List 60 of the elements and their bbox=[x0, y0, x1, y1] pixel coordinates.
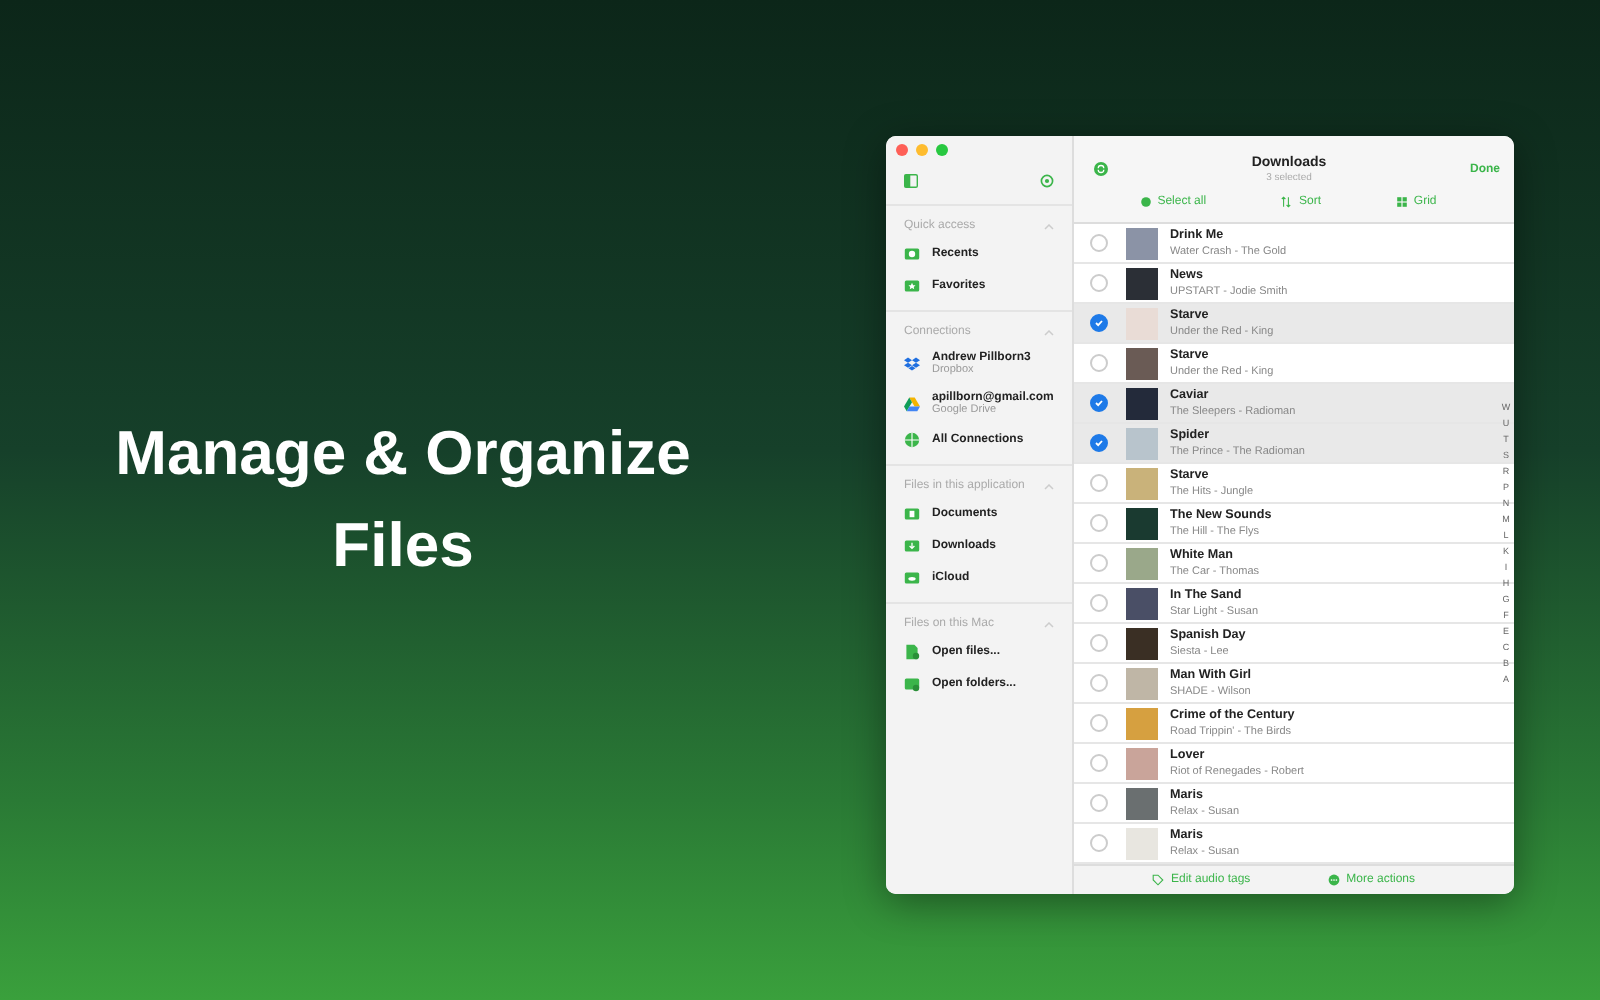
folder-icon bbox=[904, 570, 920, 586]
album-art bbox=[1126, 267, 1158, 299]
album-art bbox=[1126, 627, 1158, 659]
checkbox[interactable] bbox=[1090, 634, 1108, 652]
album-art bbox=[1126, 347, 1158, 379]
chevron-icon[interactable] bbox=[1044, 621, 1054, 627]
folder-icon bbox=[904, 538, 920, 554]
tag-icon bbox=[1152, 874, 1165, 886]
more-icon bbox=[1328, 874, 1341, 886]
dot-icon bbox=[1139, 196, 1152, 208]
checkbox[interactable] bbox=[1090, 794, 1108, 812]
album-art bbox=[1126, 587, 1158, 619]
headline: Manage & Organize Files bbox=[113, 416, 693, 584]
checkbox[interactable] bbox=[1090, 834, 1108, 852]
checkbox[interactable] bbox=[1090, 674, 1108, 692]
dropbox-icon bbox=[904, 356, 920, 372]
album-art bbox=[1126, 707, 1158, 739]
album-art bbox=[1126, 427, 1158, 459]
album-art bbox=[1126, 507, 1158, 539]
checkbox[interactable] bbox=[1090, 394, 1108, 412]
check-icon bbox=[1094, 398, 1104, 408]
checkbox[interactable] bbox=[1090, 714, 1108, 732]
chevron-icon[interactable] bbox=[1044, 483, 1054, 489]
minimize-button[interactable] bbox=[916, 144, 928, 156]
chevron-icon[interactable] bbox=[1044, 329, 1054, 335]
checkbox[interactable] bbox=[1090, 754, 1108, 772]
checkbox[interactable] bbox=[1090, 314, 1108, 332]
checkbox[interactable] bbox=[1090, 594, 1108, 612]
checkbox[interactable] bbox=[1090, 434, 1108, 452]
album-art bbox=[1126, 747, 1158, 779]
folder-icon bbox=[904, 246, 920, 262]
close-button[interactable] bbox=[896, 144, 908, 156]
drive-icon bbox=[904, 396, 920, 412]
globe-icon bbox=[904, 432, 920, 448]
checkbox[interactable] bbox=[1090, 354, 1108, 372]
zoom-button[interactable] bbox=[936, 144, 948, 156]
checkbox[interactable] bbox=[1090, 234, 1108, 252]
file-icon bbox=[904, 644, 920, 660]
sidebar-toggle-icon[interactable] bbox=[904, 174, 918, 188]
checkbox[interactable] bbox=[1090, 554, 1108, 572]
checkbox[interactable] bbox=[1090, 514, 1108, 532]
album-art bbox=[1126, 547, 1158, 579]
folder-icon bbox=[904, 676, 920, 692]
folder-icon bbox=[904, 506, 920, 522]
album-art bbox=[1126, 387, 1158, 419]
album-art bbox=[1126, 667, 1158, 699]
check-icon bbox=[1094, 318, 1104, 328]
album-art bbox=[1126, 467, 1158, 499]
album-art bbox=[1126, 787, 1158, 819]
checkbox[interactable] bbox=[1090, 274, 1108, 292]
grid-icon bbox=[1395, 196, 1408, 208]
album-art bbox=[1126, 827, 1158, 859]
album-art bbox=[1126, 227, 1158, 259]
sort-icon bbox=[1280, 196, 1293, 208]
settings-icon[interactable] bbox=[1040, 174, 1054, 188]
checkbox[interactable] bbox=[1090, 474, 1108, 492]
folder-icon bbox=[904, 278, 920, 294]
chevron-icon[interactable] bbox=[1044, 223, 1054, 229]
refresh-icon[interactable] bbox=[1094, 162, 1108, 176]
check-icon bbox=[1094, 438, 1104, 448]
